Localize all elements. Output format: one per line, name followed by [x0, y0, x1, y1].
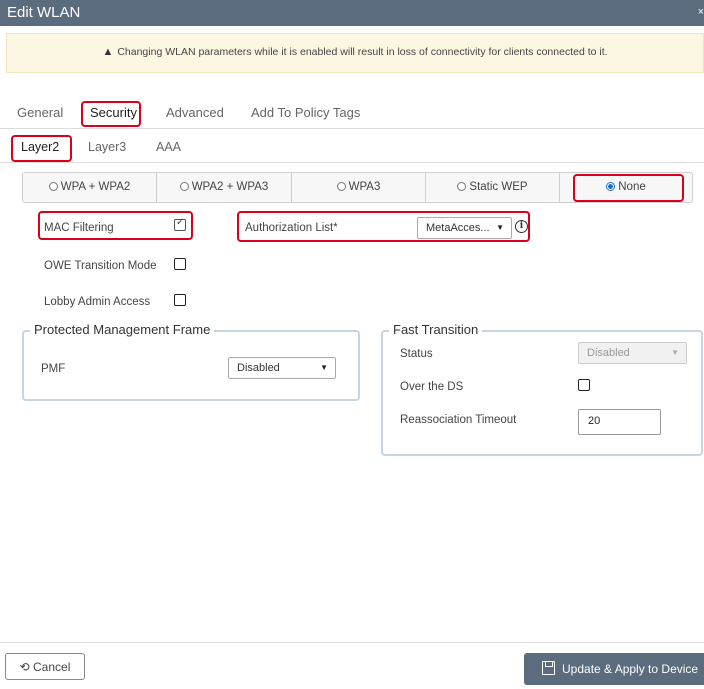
tab-advanced[interactable]: Advanced: [166, 105, 224, 120]
highlight-authorization-list: [237, 211, 530, 242]
select-value: Disabled: [587, 347, 630, 359]
dialog-title: Edit WLAN: [7, 4, 81, 21]
radio-circle-icon: [48, 182, 58, 191]
save-icon: [542, 661, 555, 675]
warning-triangle-icon: ▲: [102, 46, 114, 58]
lobby-admin-checkbox[interactable]: [174, 294, 186, 306]
security-subtabs: Layer2 Layer3 AAA: [0, 133, 704, 163]
pmf-legend: Protected Management Frame: [30, 322, 215, 337]
highlight-mac-filtering: [38, 211, 193, 240]
tab-general[interactable]: General: [17, 105, 63, 120]
radio-label: WPA + WPA2: [60, 181, 131, 193]
radio-wpa-wpa2[interactable]: WPA + WPA2: [23, 173, 157, 202]
over-the-ds-checkbox[interactable]: [578, 379, 590, 391]
warning-text: Changing WLAN parameters while it is ena…: [117, 46, 608, 58]
radio-wpa3[interactable]: WPA3: [292, 173, 426, 202]
lobby-admin-label: Lobby Admin Access: [44, 296, 151, 308]
undo-icon: ⟲: [19, 660, 30, 674]
highlight-security-tab: [81, 101, 141, 127]
pmf-label: PMF: [41, 363, 66, 375]
cancel-button[interactable]: ⟲ Cancel: [5, 653, 85, 680]
radio-wpa2-wpa3[interactable]: WPA2 + WPA3: [157, 173, 292, 202]
pmf-select[interactable]: Disabled ▼: [228, 357, 336, 379]
tab-add-to-policy-tags[interactable]: Add To Policy Tags: [251, 105, 360, 120]
chevron-down-icon: ▼: [320, 363, 328, 372]
ft-status-select: Disabled ▼: [578, 342, 687, 364]
subtab-layer3[interactable]: Layer3: [88, 140, 126, 154]
over-the-ds-label: Over the DS: [400, 381, 464, 393]
radio-label: Static WEP: [469, 181, 528, 193]
update-label: Update & Apply to Device: [562, 662, 699, 676]
subtab-aaa[interactable]: AAA: [156, 140, 181, 154]
highlight-none-option: [573, 174, 684, 202]
radio-circle-icon: [336, 182, 346, 191]
radio-static-wep[interactable]: Static WEP: [426, 173, 560, 202]
radio-circle-icon: [179, 182, 189, 191]
update-apply-button[interactable]: Update & Apply to Device: [524, 653, 704, 685]
highlight-layer2-subtab: [11, 135, 72, 162]
reassociation-timeout-input[interactable]: 20: [578, 409, 661, 435]
dialog-titlebar: Edit WLAN ×: [0, 0, 704, 26]
reassociation-timeout-label: Reassociation Timeout: [400, 414, 517, 426]
cancel-label: Cancel: [33, 660, 71, 674]
radio-label: WPA2 + WPA3: [191, 181, 269, 193]
chevron-down-icon: ▼: [671, 348, 679, 357]
owe-transition-label: OWE Transition Mode: [44, 260, 157, 272]
radio-circle-icon: [457, 182, 467, 191]
fast-transition-legend: Fast Transition: [389, 322, 483, 337]
warning-banner: ▲ Changing WLAN parameters while it is en…: [6, 33, 704, 73]
ft-status-label: Status: [400, 348, 433, 360]
dialog-footer: ⟲ Cancel Update & Apply to Device: [0, 642, 704, 689]
radio-label: WPA3: [348, 181, 381, 193]
select-value: Disabled: [237, 362, 280, 374]
close-icon[interactable]: ×: [698, 6, 704, 18]
owe-transition-checkbox[interactable]: [174, 258, 186, 270]
